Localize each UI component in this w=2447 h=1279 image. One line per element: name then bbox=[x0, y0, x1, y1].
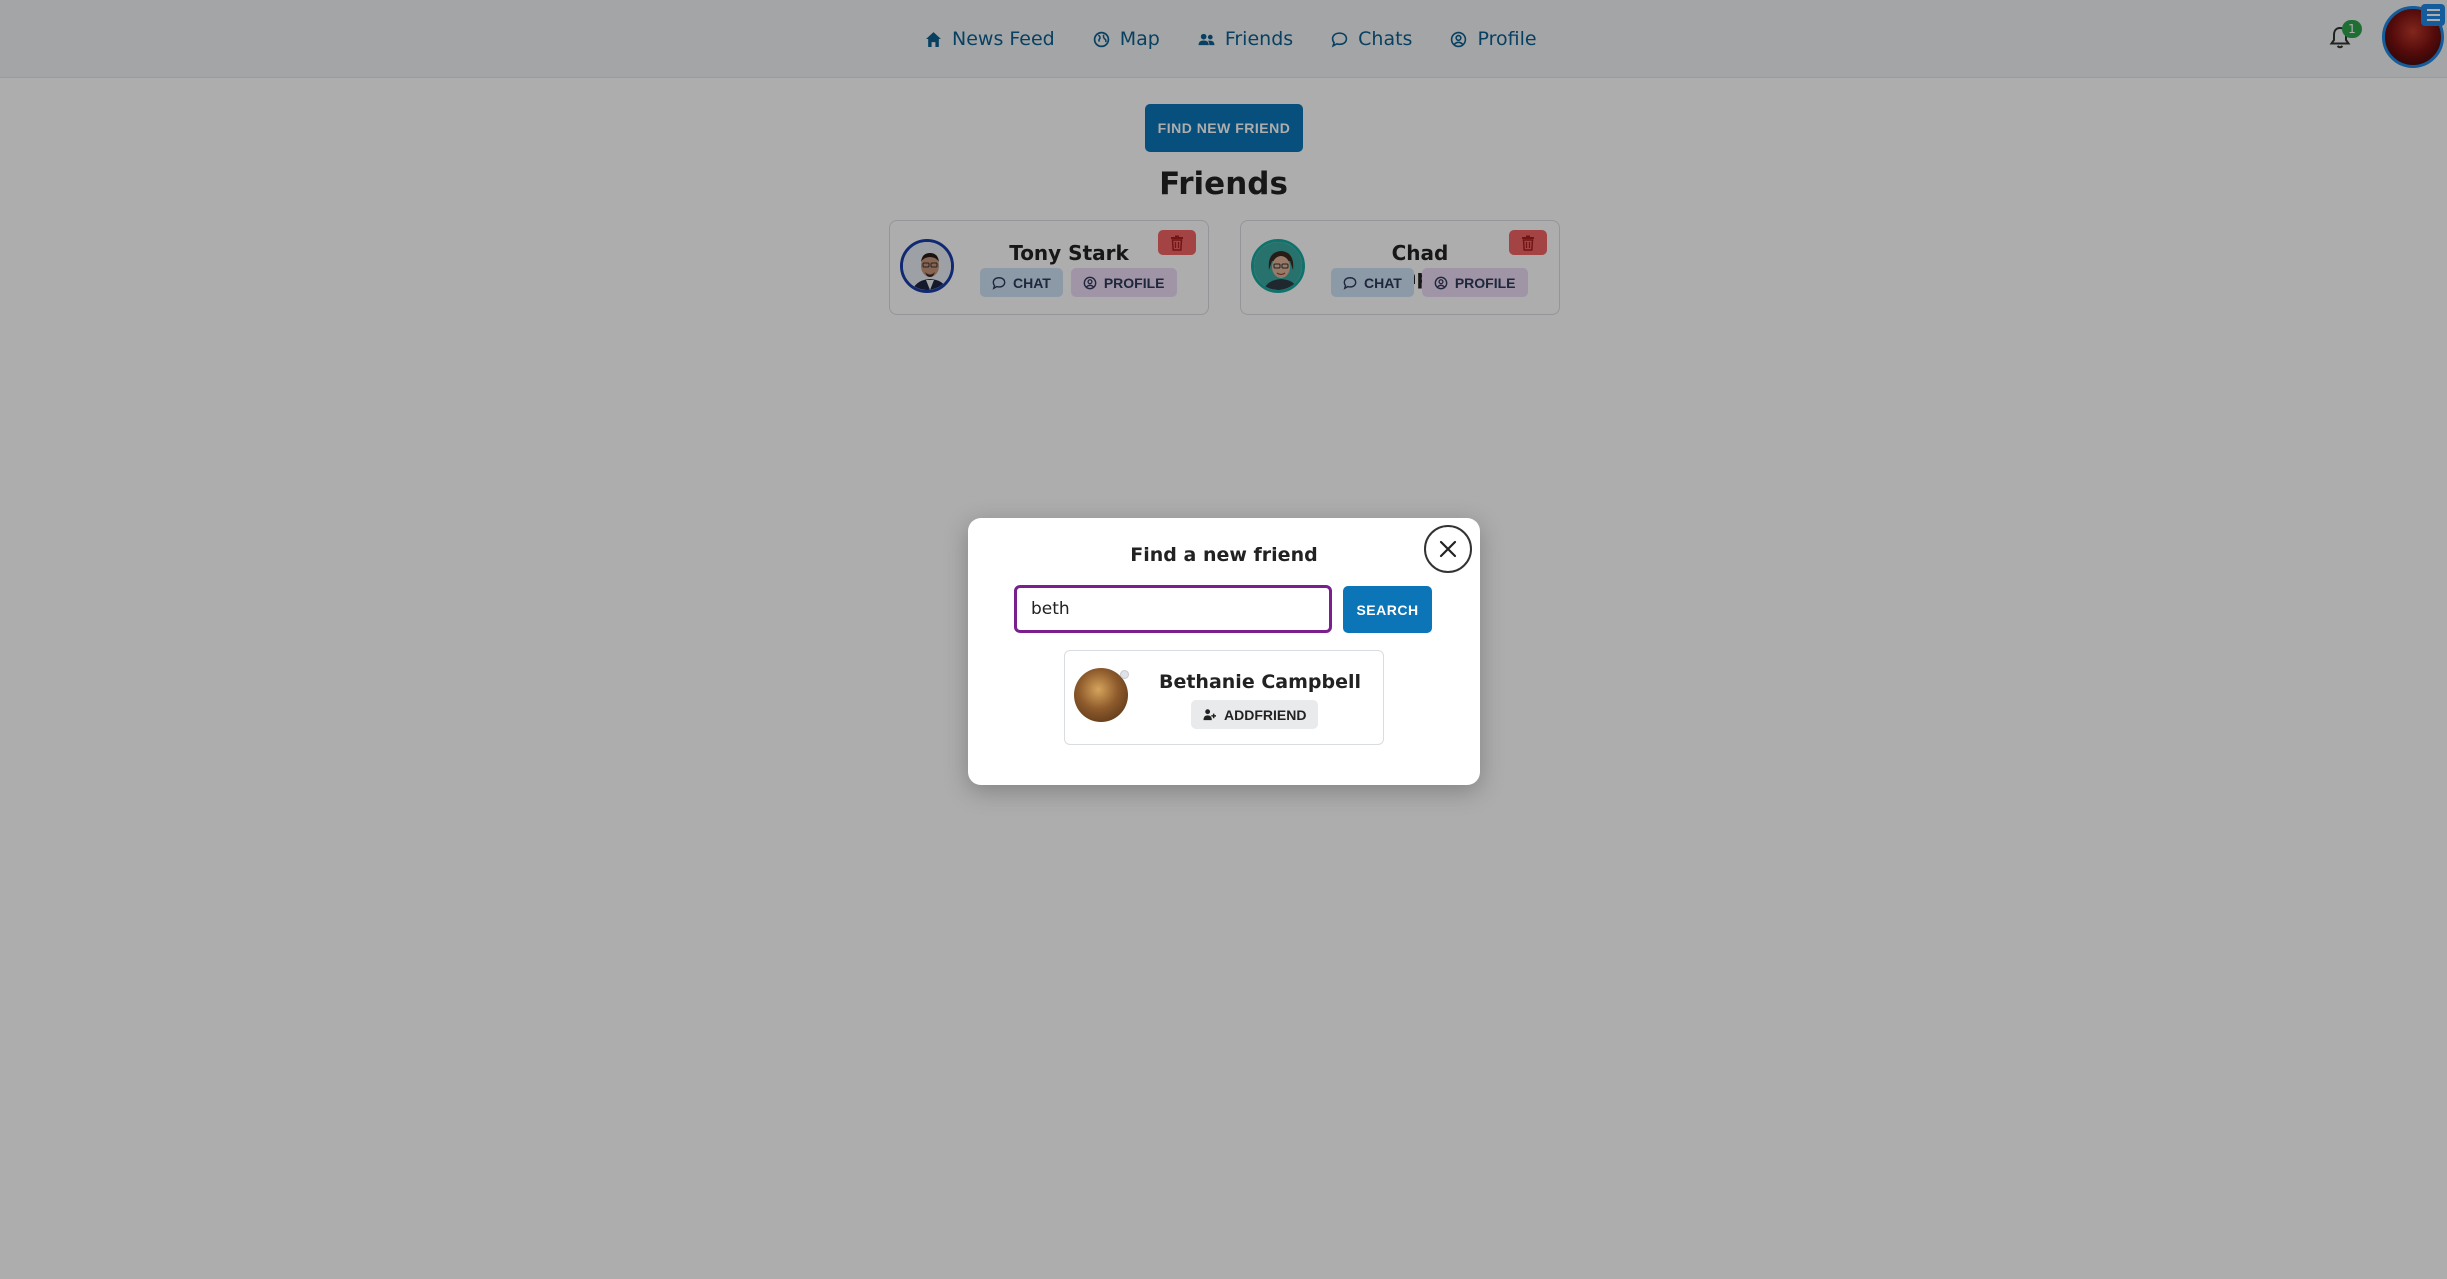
search-button[interactable]: SEARCH bbox=[1343, 586, 1432, 633]
add-friend-button[interactable]: ADDFRIEND bbox=[1191, 700, 1319, 729]
result-name: Bethanie Campbell bbox=[1158, 671, 1361, 693]
find-friend-modal: Find a new friend SEARCH Bethanie Campbe… bbox=[968, 518, 1480, 785]
friend-search-input[interactable] bbox=[1014, 585, 1332, 633]
search-result-card: Bethanie Campbell ADDFRIEND bbox=[1064, 650, 1384, 745]
status-indicator bbox=[1120, 670, 1129, 679]
modal-title: Find a new friend bbox=[1130, 544, 1318, 566]
close-modal-button[interactable] bbox=[1424, 525, 1472, 573]
add-friend-label: ADDFRIEND bbox=[1224, 706, 1307, 723]
user-plus-icon bbox=[1203, 709, 1216, 721]
close-icon bbox=[1439, 540, 1457, 558]
page: News Feed Map Friends Chats Profile 1 FI… bbox=[0, 0, 2447, 1279]
